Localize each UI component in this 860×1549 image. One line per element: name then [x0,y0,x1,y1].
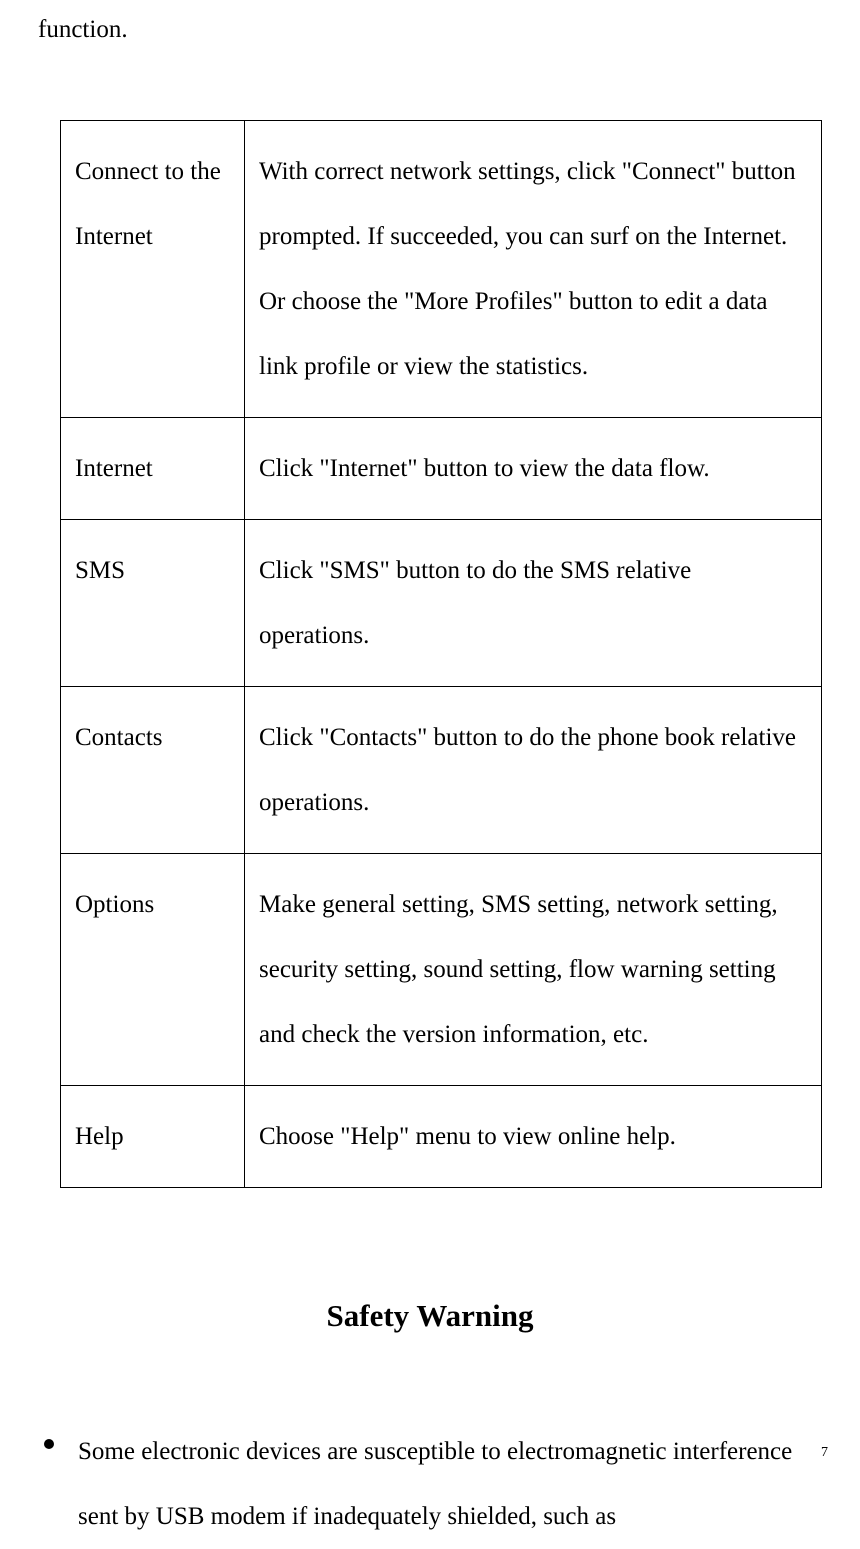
table-cell-label: Contacts [61,687,245,854]
table-cell-desc: Click "Contacts" button to do the phone … [245,687,822,854]
bullet-icon [44,1439,54,1449]
safety-warning-list: Some electronic devices are susceptible … [38,1419,822,1549]
table-row: Options Make general setting, SMS settin… [61,854,822,1086]
list-item: Some electronic devices are susceptible … [38,1419,822,1549]
table-row: Contacts Click "Contacts" button to do t… [61,687,822,854]
safety-warning-heading: Safety Warning [38,1298,822,1334]
list-item-text: Some electronic devices are susceptible … [78,1438,792,1530]
table-cell-desc: Choose "Help" menu to view online help. [245,1086,822,1188]
table-row: Help Choose "Help" menu to view online h… [61,1086,822,1188]
table-cell-desc: Click "Internet" button to view the data… [245,418,822,520]
functions-table-container: Connect to the Internet With correct net… [60,120,822,1188]
table-cell-desc: Make general setting, SMS setting, netwo… [245,854,822,1086]
intro-text: function. [38,0,822,60]
table-cell-label: Options [61,854,245,1086]
table-cell-desc: Click "SMS" button to do the SMS relativ… [245,520,822,687]
table-cell-label: Connect to the Internet [61,121,245,418]
table-cell-label: SMS [61,520,245,687]
table-row: Internet Click "Internet" button to view… [61,418,822,520]
table-cell-label: Internet [61,418,245,520]
table-cell-label: Help [61,1086,245,1188]
table-row: SMS Click "SMS" button to do the SMS rel… [61,520,822,687]
table-row: Connect to the Internet With correct net… [61,121,822,418]
functions-table: Connect to the Internet With correct net… [60,120,822,1188]
table-cell-desc: With correct network settings, click "Co… [245,121,822,418]
page-number: 7 [821,1445,828,1461]
